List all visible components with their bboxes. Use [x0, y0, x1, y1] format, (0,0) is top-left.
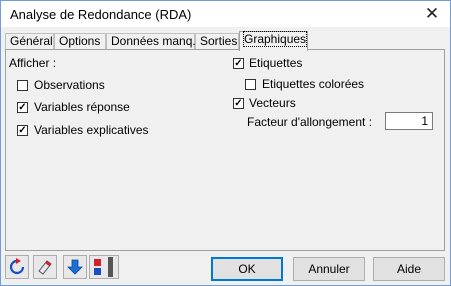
tab-label: Options: [59, 34, 101, 48]
title-bar: Analyse de Redondance (RDA) ✕: [1, 1, 450, 27]
tab-options[interactable]: Options: [54, 33, 106, 50]
reset-icon[interactable]: [5, 255, 29, 279]
close-icon[interactable]: ✕: [422, 4, 442, 24]
tab-graphiques[interactable]: Graphiques: [239, 31, 308, 51]
etiquettes-colorees-checkbox[interactable]: [245, 79, 256, 90]
etiquettes-colorees-label: Etiquettes colorées: [262, 77, 365, 91]
variables-explicatives-label: Variables explicatives: [34, 123, 149, 137]
graphiques-panel: Afficher : Observations ✓ Variables répo…: [5, 49, 445, 251]
tab-sorties[interactable]: Sorties: [195, 33, 239, 50]
color-flag-icon-graphic: [94, 257, 113, 277]
ok-button[interactable]: OK: [211, 257, 283, 281]
variables-reponse-label: Variables réponse: [34, 100, 130, 114]
annuler-button[interactable]: Annuler: [293, 257, 365, 281]
bottom-toolbar: OK Annuler Aide: [5, 255, 445, 283]
tab-label: Graphiques: [242, 31, 308, 47]
variables-explicatives-checkbox[interactable]: ✓: [17, 125, 28, 136]
tab-general[interactable]: Général: [5, 33, 54, 50]
observations-checkbox[interactable]: [17, 80, 28, 91]
facteur-allongement-label: Facteur d'allongement :: [247, 115, 373, 129]
dialog-window: Analyse de Redondance (RDA) ✕ Général Op…: [0, 0, 451, 286]
vecteurs-checkbox[interactable]: ✓: [233, 98, 244, 109]
etiquettes-label: Etiquettes: [249, 56, 303, 70]
facteur-allongement-input[interactable]: [385, 112, 433, 130]
eraser-icon[interactable]: [33, 255, 57, 279]
aide-button[interactable]: Aide: [373, 257, 445, 281]
afficher-label: Afficher :: [9, 56, 57, 70]
vecteurs-label: Vecteurs: [249, 96, 296, 110]
observations-label: Observations: [34, 78, 105, 92]
window-title: Analyse de Redondance (RDA): [10, 6, 192, 22]
tab-label: Données manq.: [111, 34, 196, 48]
tab-label: Sorties: [200, 34, 238, 48]
tab-donnees-manquantes[interactable]: Données manq.: [106, 33, 196, 50]
eraser-icon-graphic: [38, 260, 52, 275]
variables-reponse-checkbox[interactable]: ✓: [17, 102, 28, 113]
etiquettes-checkbox[interactable]: ✓: [233, 58, 244, 69]
reset-icon-graphic: [9, 258, 25, 275]
tab-label: Général: [10, 34, 53, 48]
down-arrow-icon-graphic: [67, 259, 83, 275]
down-arrow-icon[interactable]: [63, 255, 87, 279]
color-flag-icon[interactable]: [89, 255, 119, 279]
